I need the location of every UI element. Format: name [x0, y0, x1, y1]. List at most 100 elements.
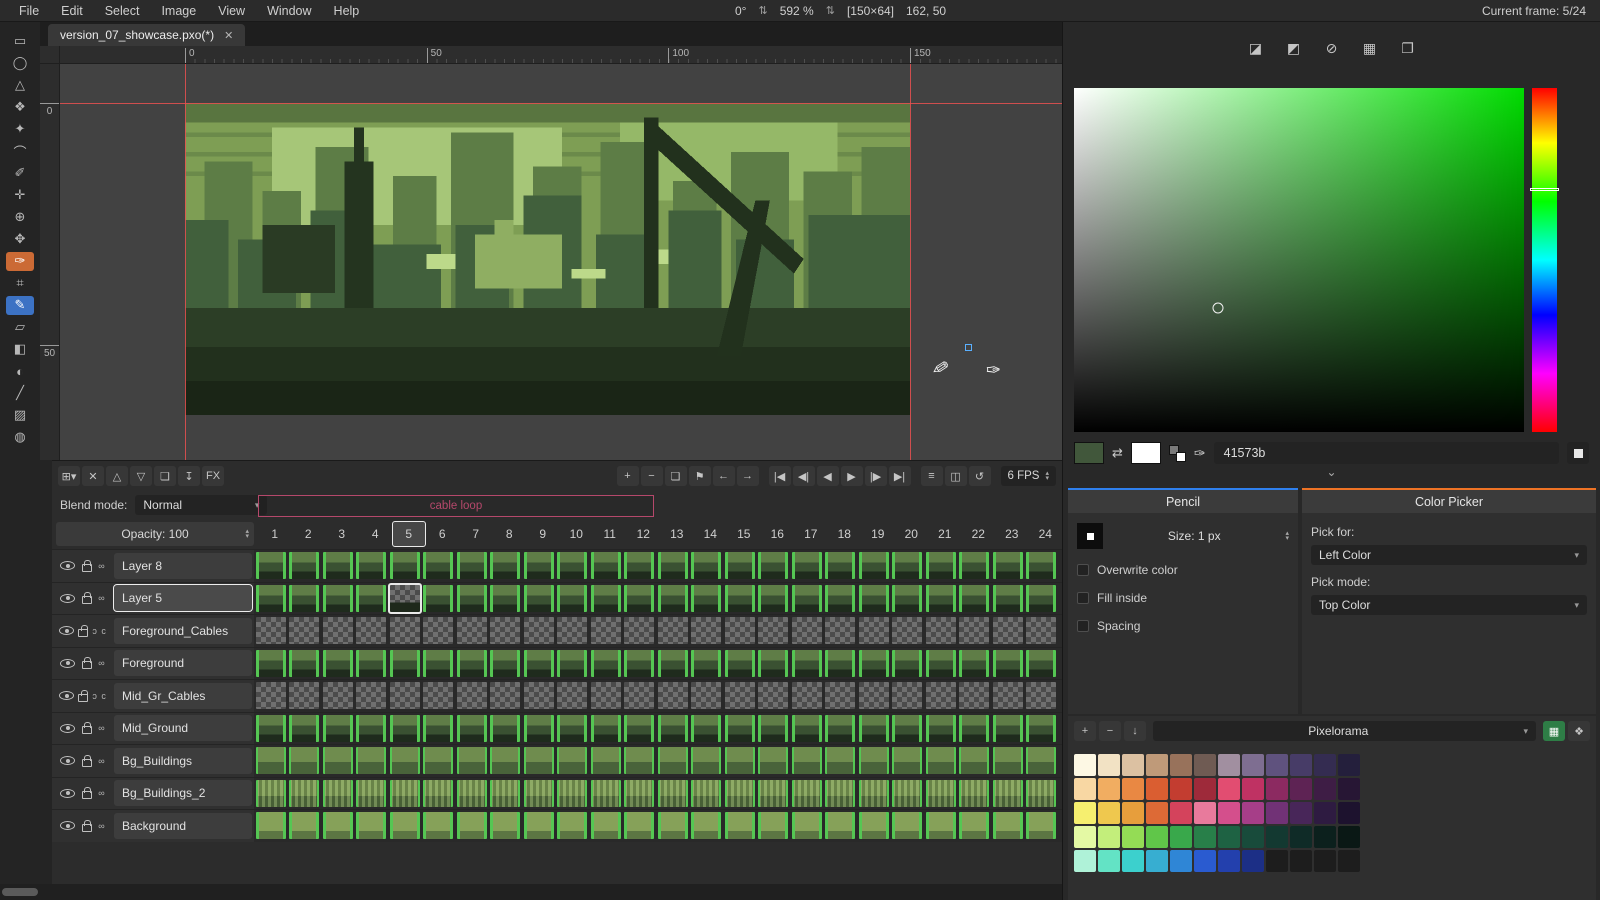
guide-horizontal[interactable]: [60, 103, 1062, 104]
cel-foreground-cables-19[interactable]: [857, 615, 891, 646]
btn-clone-frame[interactable]: ❏: [665, 466, 687, 486]
opacity-spin-arrows-icon[interactable]: ▴▾: [245, 529, 249, 540]
palette-select[interactable]: Pixelorama ▾: [1153, 721, 1536, 741]
cel-layer-5-23[interactable]: [991, 583, 1025, 614]
cel-layer-5-18[interactable]: [824, 583, 858, 614]
cel-background-13[interactable]: [656, 810, 690, 841]
cel-layer-5-16[interactable]: [757, 583, 791, 614]
edit-palette-button[interactable]: ▦: [1543, 721, 1565, 741]
cel-mid-gr-cables-21[interactable]: [924, 680, 958, 711]
cel-mid-gr-cables-22[interactable]: [958, 680, 992, 711]
cel-background-16[interactable]: [757, 810, 791, 841]
layer-visibility-icon[interactable]: [60, 594, 75, 603]
cel-bg-buildings-2-13[interactable]: [656, 778, 690, 809]
btn-play-forward[interactable]: ▶: [841, 466, 863, 486]
layer-lock-icon[interactable]: [82, 726, 92, 734]
layer-visibility-icon[interactable]: [60, 756, 75, 765]
cel-foreground-15[interactable]: [723, 648, 757, 679]
cel-foreground-22[interactable]: [958, 648, 992, 679]
frame-header-1[interactable]: 1: [258, 521, 292, 547]
palette-swatch[interactable]: [1074, 802, 1096, 824]
cel-layer-5-10[interactable]: [556, 583, 590, 614]
cel-mid-ground-20[interactable]: [891, 713, 925, 744]
saturation-value-box[interactable]: [1074, 88, 1524, 432]
btn-previous-frame[interactable]: ◀|: [793, 466, 815, 486]
cel-foreground-cables-21[interactable]: [924, 615, 958, 646]
palette-swatch[interactable]: [1122, 802, 1144, 824]
cel-layer-8-17[interactable]: [790, 550, 824, 581]
menu-window[interactable]: Window: [256, 4, 322, 18]
palette-swatch[interactable]: [1146, 754, 1168, 776]
cel-layer-8-5[interactable]: [388, 550, 422, 581]
cel-bg-buildings-2-6[interactable]: [422, 778, 456, 809]
palette-empty-slot[interactable]: [1314, 850, 1336, 872]
cel-foreground-cables-7[interactable]: [455, 615, 489, 646]
cel-mid-ground-13[interactable]: [656, 713, 690, 744]
cel-bg-buildings-2-15[interactable]: [723, 778, 757, 809]
right-color-swatch[interactable]: [1131, 442, 1161, 464]
cel-background-8[interactable]: [489, 810, 523, 841]
zoom-spinner-icon[interactable]: ⇅: [826, 4, 835, 17]
cel-bg-buildings-1[interactable]: [254, 745, 288, 776]
cel-mid-gr-cables-12[interactable]: [623, 680, 657, 711]
cel-mid-gr-cables-18[interactable]: [824, 680, 858, 711]
cel-bg-buildings-12[interactable]: [623, 745, 657, 776]
rotation-value[interactable]: 0°: [735, 4, 746, 18]
layer-link-icon[interactable]: ɔ c: [92, 626, 107, 636]
cel-layer-8-1[interactable]: [254, 550, 288, 581]
cel-foreground-12[interactable]: [623, 648, 657, 679]
cel-mid-gr-cables-4[interactable]: [355, 680, 389, 711]
layer-name[interactable]: Mid_Gr_Cables: [114, 683, 252, 709]
add-palette-button[interactable]: +: [1074, 721, 1096, 741]
cel-foreground-cables-16[interactable]: [757, 615, 791, 646]
cel-layer-5-20[interactable]: [891, 583, 925, 614]
cel-mid-ground-11[interactable]: [589, 713, 623, 744]
layer-link-icon[interactable]: ɔ c: [92, 691, 107, 701]
cel-foreground-17[interactable]: [790, 648, 824, 679]
cel-layer-8-18[interactable]: [824, 550, 858, 581]
frame-header-6[interactable]: 6: [426, 521, 460, 547]
horizontal-ruler[interactable]: 050100150: [60, 46, 1062, 64]
cel-bg-buildings-2-1[interactable]: [254, 778, 288, 809]
palette-swatch[interactable]: [1218, 778, 1240, 800]
palette-swatch[interactable]: [1146, 826, 1168, 848]
palette-swatch[interactable]: [1122, 850, 1144, 872]
cel-bg-buildings-2-2[interactable]: [288, 778, 322, 809]
layer-lock-icon[interactable]: [78, 694, 88, 702]
cel-mid-ground-22[interactable]: [958, 713, 992, 744]
cel-bg-buildings-2-8[interactable]: [489, 778, 523, 809]
cel-foreground-cables-9[interactable]: [522, 615, 556, 646]
cel-background-20[interactable]: [891, 810, 925, 841]
cel-bg-buildings-4[interactable]: [355, 745, 389, 776]
cel-background-22[interactable]: [958, 810, 992, 841]
frame-header-18[interactable]: 18: [828, 521, 862, 547]
cel-layer-5-22[interactable]: [958, 583, 992, 614]
cel-bg-buildings-16[interactable]: [757, 745, 791, 776]
palette-swatch[interactable]: [1122, 778, 1144, 800]
cel-mid-gr-cables-13[interactable]: [656, 680, 690, 711]
tool-lasso-select[interactable]: ⌒: [6, 142, 34, 161]
cel-foreground-cables-4[interactable]: [355, 615, 389, 646]
layer-name[interactable]: Background: [114, 813, 252, 839]
cel-mid-gr-cables-19[interactable]: [857, 680, 891, 711]
guide-vertical[interactable]: [910, 64, 911, 460]
frame-header-19[interactable]: 19: [861, 521, 895, 547]
cel-layer-8-9[interactable]: [522, 550, 556, 581]
cel-background-9[interactable]: [522, 810, 556, 841]
layer-lock-icon[interactable]: [82, 824, 92, 832]
cel-bg-buildings-2-12[interactable]: [623, 778, 657, 809]
cel-mid-ground-6[interactable]: [422, 713, 456, 744]
cel-foreground-cables-13[interactable]: [656, 615, 690, 646]
tool-move[interactable]: ✛: [6, 186, 34, 205]
cel-foreground-cables-8[interactable]: [489, 615, 523, 646]
cel-mid-gr-cables-6[interactable]: [422, 680, 456, 711]
cel-layer-5-19[interactable]: [857, 583, 891, 614]
cel-layer-5-14[interactable]: [690, 583, 724, 614]
palette-swatch[interactable]: [1170, 754, 1192, 776]
frame-header-12[interactable]: 12: [627, 521, 661, 547]
palette-swatch[interactable]: [1338, 778, 1360, 800]
layer-visibility-icon[interactable]: [59, 626, 74, 635]
pixel-perfect-icon[interactable]: ⊘: [1317, 36, 1347, 60]
cel-bg-buildings-22[interactable]: [958, 745, 992, 776]
cel-foreground-2[interactable]: [288, 648, 322, 679]
